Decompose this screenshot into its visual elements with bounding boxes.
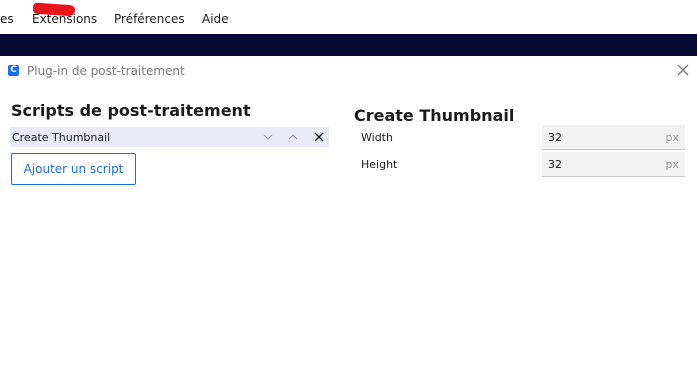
- width-input[interactable]: [542, 125, 658, 149]
- menu-item-partial[interactable]: es: [0, 12, 14, 26]
- chevron-down-icon[interactable]: [261, 130, 275, 144]
- width-field[interactable]: px: [542, 125, 685, 150]
- add-script-button[interactable]: Ajouter un script: [11, 153, 136, 185]
- settings-panel-title: Create Thumbnail: [354, 106, 515, 125]
- menu-item-preferences[interactable]: Préférences: [114, 12, 185, 26]
- script-name: Create Thumbnail: [12, 131, 111, 144]
- height-input[interactable]: [542, 152, 658, 176]
- close-icon[interactable]: [676, 63, 690, 77]
- height-field[interactable]: px: [542, 152, 685, 177]
- width-unit: px: [665, 131, 680, 144]
- chevron-up-icon[interactable]: [286, 130, 300, 144]
- script-list-item[interactable]: Create Thumbnail: [10, 127, 329, 147]
- header-band: [0, 34, 697, 56]
- setting-label-width: Width: [361, 131, 393, 144]
- dialog-titlebar: C Plug-in de post-traitement: [0, 57, 697, 85]
- setting-label-height: Height: [361, 158, 398, 171]
- app-logo-icon: C: [8, 65, 19, 76]
- height-unit: px: [665, 158, 680, 171]
- remove-icon[interactable]: [312, 130, 326, 144]
- scripts-panel-title: Scripts de post-traitement: [11, 101, 251, 120]
- menu-item-help[interactable]: Aide: [202, 12, 229, 26]
- menu-bar: es Extensions Préférences Aide: [0, 0, 697, 34]
- dialog-title: Plug-in de post-traitement: [27, 64, 185, 78]
